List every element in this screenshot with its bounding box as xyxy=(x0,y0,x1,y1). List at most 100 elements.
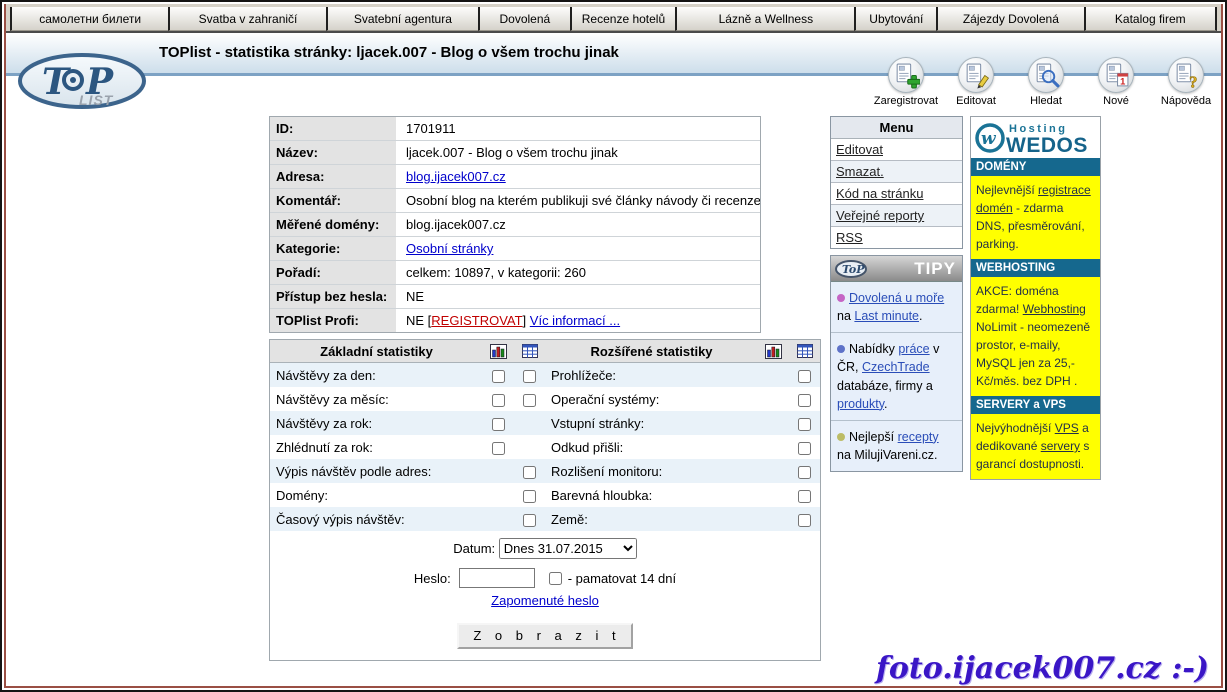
tab-1[interactable]: самолетни билети xyxy=(10,7,168,31)
toolbar: ZaregistrovatEditovatHledat1Nové?Nápověd… xyxy=(871,57,1223,107)
toplist-logo[interactable]: T P LIST xyxy=(16,51,148,116)
menu-item-kdnastrnku[interactable]: Kód na stránku xyxy=(831,183,962,205)
menu-title: Menu xyxy=(831,117,962,139)
stat-table-checkbox[interactable] xyxy=(798,466,811,479)
text: databáze, firmy a xyxy=(837,379,933,393)
tips-title: TIPY xyxy=(867,259,956,279)
info-label: ID: xyxy=(270,117,398,140)
stat-table-checkbox[interactable] xyxy=(798,394,811,407)
tip-link[interactable]: práce xyxy=(898,342,929,356)
stat-chart-checkbox[interactable] xyxy=(492,418,505,431)
menu-link[interactable]: Editovat xyxy=(836,142,883,157)
tip-link[interactable]: Last minute xyxy=(854,309,919,323)
stat-table-checkbox[interactable] xyxy=(523,514,536,527)
ad-link[interactable]: servery xyxy=(1041,439,1080,453)
stat-table-checkbox[interactable] xyxy=(523,490,536,503)
info-row: Kategorie:Osobní stránky xyxy=(270,237,760,261)
menu-link[interactable]: Smazat. xyxy=(836,164,884,179)
link[interactable]: Víc informací ... xyxy=(530,313,620,328)
help-icon: ? xyxy=(1168,57,1204,93)
stat-table-checkbox[interactable] xyxy=(523,394,536,407)
svg-text:WEDOS: WEDOS xyxy=(1006,134,1088,156)
password-input[interactable] xyxy=(459,568,535,588)
stat-label: Barevná hloubka: xyxy=(545,488,758,503)
text: celkem: 10897, v kategorii: 260 xyxy=(406,265,586,280)
tip-link[interactable]: recepty xyxy=(898,430,939,444)
link[interactable]: Osobní stránky xyxy=(406,241,493,256)
stat-chart-cell xyxy=(483,367,514,382)
page-title: TOPlist - statistika stránky: ljacek.007… xyxy=(159,44,619,61)
tab-3[interactable]: Svatební agentura xyxy=(326,7,478,31)
forgot-password-link[interactable]: Zapomenuté heslo xyxy=(491,593,599,608)
wedos-ad[interactable]: w Hosting WEDOS DOMÉNYNejlevnější regist… xyxy=(970,116,1101,480)
info-label: Přístup bez hesla: xyxy=(270,285,398,308)
stat-table-checkbox[interactable] xyxy=(798,442,811,455)
text: Nabídky xyxy=(849,342,898,356)
stat-table-checkbox[interactable] xyxy=(798,514,811,527)
ad-link[interactable]: Webhosting xyxy=(1023,302,1086,316)
remember-label: - pamatovat 14 dní xyxy=(568,571,676,586)
ad-section-heading: WEBHOSTING xyxy=(971,259,1100,277)
info-label: Pořadí: xyxy=(270,261,398,284)
tab-2[interactable]: Svatba v zahraničí xyxy=(168,7,325,31)
info-value: blog.ijacek007.cz xyxy=(398,165,760,188)
stat-table-checkbox[interactable] xyxy=(523,466,536,479)
stat-table-checkbox[interactable] xyxy=(798,370,811,383)
toolbar-label: Nové xyxy=(1081,95,1151,107)
edit-button[interactable]: Editovat xyxy=(941,57,1011,107)
menu-item-editovat[interactable]: Editovat xyxy=(831,139,962,161)
date-row: Datum: Dnes 31.07.2015 xyxy=(270,536,820,562)
date-select[interactable]: Dnes 31.07.2015 xyxy=(499,538,637,559)
info-label: Adresa: xyxy=(270,165,398,188)
watermark: foto.ijacek007.cz :-) xyxy=(876,651,1209,686)
show-button[interactable]: Z o b r a z i t xyxy=(457,623,632,649)
info-value: Osobní blog na kterém publikuji své člán… xyxy=(398,189,760,212)
tab-5[interactable]: Recenze hotelů xyxy=(570,7,676,31)
remember-checkbox[interactable] xyxy=(549,572,562,585)
stat-table-cell xyxy=(514,511,545,526)
tab-7[interactable]: Ubytování xyxy=(854,7,936,31)
stat-chart-checkbox[interactable] xyxy=(492,442,505,455)
tab-8[interactable]: Zájezdy Dovolená xyxy=(936,7,1083,31)
search-button[interactable]: Hledat xyxy=(1011,57,1081,107)
text: NE xyxy=(406,289,424,304)
help-button[interactable]: ?Nápověda xyxy=(1151,57,1221,107)
new-button[interactable]: 1Nové xyxy=(1081,57,1151,107)
tip-link[interactable]: produkty xyxy=(837,397,884,411)
register-button[interactable]: Zaregistrovat xyxy=(871,57,941,107)
link[interactable]: REGISTROVAT xyxy=(431,313,522,328)
text: ljacek.007 - Blog o všem trochu jinak xyxy=(406,145,618,160)
stats-header-row: Základní statistikyRozšířené statistiky xyxy=(270,340,820,363)
menu-item-smazat[interactable]: Smazat. xyxy=(831,161,962,183)
stats-row: Výpis návštěv podle adres:Rozlišení moni… xyxy=(270,459,820,483)
tab-4[interactable]: Dovolená xyxy=(478,7,570,31)
stat-table-cell xyxy=(789,439,820,454)
tip-link[interactable]: CzechTrade xyxy=(862,360,930,374)
ad-link[interactable]: VPS xyxy=(1055,421,1079,435)
stat-chart-cell xyxy=(483,415,514,430)
menu-link[interactable]: RSS xyxy=(836,230,863,245)
stats-row: Návštěvy za rok:Vstupní stránky: xyxy=(270,411,820,435)
tab-6[interactable]: Lázně a Wellness xyxy=(675,7,854,31)
stat-table-cell xyxy=(789,511,820,526)
tips-header: ToP TIPY xyxy=(831,256,962,282)
stat-chart-checkbox[interactable] xyxy=(492,394,505,407)
stat-label: Rozlišení monitoru: xyxy=(545,464,758,479)
tips-box: ToP TIPY Dovolená u moře na Last minute.… xyxy=(830,255,963,472)
tip-link[interactable]: Dovolená u moře xyxy=(849,291,944,305)
bullet-icon xyxy=(837,294,845,302)
stat-table-checkbox[interactable] xyxy=(798,490,811,503)
tab-9[interactable]: Katalog firem xyxy=(1084,7,1217,31)
menu-link[interactable]: Kód na stránku xyxy=(836,186,923,201)
stat-table-checkbox[interactable] xyxy=(523,370,536,383)
stat-label: Země: xyxy=(545,512,758,527)
ad-section-heading: SERVERY a VPS xyxy=(971,396,1100,414)
menu-item-veejnreporty[interactable]: Veřejné reporty xyxy=(831,205,962,227)
menu-link[interactable]: Veřejné reporty xyxy=(836,208,924,223)
menu-item-rss[interactable]: RSS xyxy=(831,227,962,248)
link[interactable]: blog.ijacek007.cz xyxy=(406,169,506,184)
stat-chart-checkbox[interactable] xyxy=(492,370,505,383)
info-label: Komentář: xyxy=(270,189,398,212)
search-icon xyxy=(1028,57,1064,93)
stat-table-checkbox[interactable] xyxy=(798,418,811,431)
